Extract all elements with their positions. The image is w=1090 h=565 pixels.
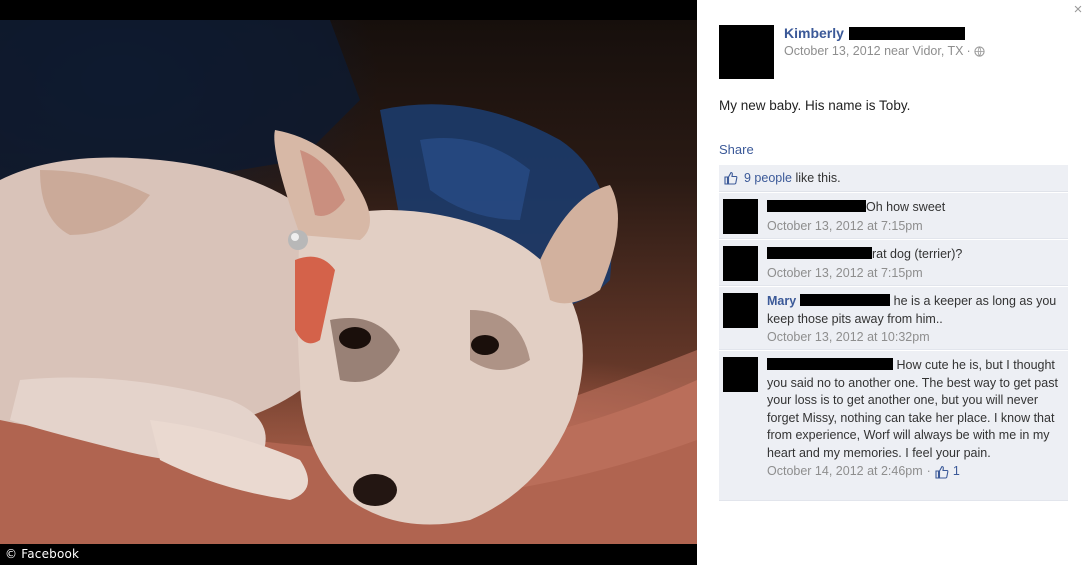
likes-count-link[interactable]: 9 people	[744, 171, 792, 185]
close-icon[interactable]: ×	[1071, 2, 1085, 18]
likes-summary: 9 people like this.	[719, 165, 1068, 192]
comment-timestamp[interactable]: October 14, 2012 at 2:46pm	[767, 463, 923, 481]
redaction-bar	[848, 26, 965, 40]
likes-suffix: like this.	[791, 171, 841, 185]
comment-timestamp-row: October 13, 2012 at 7:15pm	[767, 265, 1060, 283]
redaction-bar	[767, 358, 893, 370]
comment-text: rat dog (terrier)?	[872, 247, 963, 261]
comment-text-line: How cute he is, but I thought you said n…	[767, 357, 1060, 462]
thumbs-up-icon	[724, 171, 738, 185]
comment-text-line: rat dog (terrier)?	[767, 246, 1060, 264]
redaction-bar	[800, 294, 891, 306]
author-line: Kimberly	[784, 25, 965, 41]
comment-timestamp[interactable]: October 13, 2012 at 10:32pm	[767, 329, 930, 347]
redaction-bar	[767, 200, 866, 212]
comment-avatar[interactable]	[723, 357, 758, 392]
comment-timestamp-row: October 13, 2012 at 10:32pm	[767, 329, 1060, 347]
redaction-bar	[767, 247, 872, 259]
comment-text: How cute he is, but I thought you said n…	[767, 358, 1062, 460]
comment-text-line: Oh how sweet	[767, 199, 1060, 217]
dog-photo-illustration	[0, 20, 697, 544]
comment-like-count[interactable]: 1	[953, 463, 960, 481]
comment-avatar[interactable]	[723, 199, 758, 234]
comment-item: Oh how sweet October 13, 2012 at 7:15pm	[719, 192, 1068, 239]
post-photo[interactable]	[0, 20, 697, 544]
author-avatar[interactable]	[719, 25, 774, 79]
comment-body: rat dog (terrier)? October 13, 2012 at 7…	[767, 240, 1068, 282]
comment-text: Oh how sweet	[866, 200, 946, 214]
comment-body: Mary he is a keeper as long as you keep …	[767, 287, 1068, 347]
share-link[interactable]: Share	[719, 142, 754, 157]
post-date-location[interactable]: October 13, 2012 near Vidor, TX	[784, 44, 964, 58]
photo-panel: © Facebook	[0, 0, 697, 565]
post-meta: October 13, 2012 near Vidor, TX ·	[784, 44, 985, 58]
meta-separator: ·	[966, 44, 971, 58]
comment-item: How cute he is, but I thought you said n…	[719, 350, 1068, 501]
comment-timestamp[interactable]: October 13, 2012 at 7:15pm	[767, 218, 923, 236]
thumbs-up-icon[interactable]	[935, 465, 949, 479]
timestamp-separator: ·	[926, 464, 931, 478]
commenter-name[interactable]: Mary	[767, 294, 796, 308]
copyright-watermark: © Facebook	[5, 547, 80, 561]
comment-avatar[interactable]	[723, 246, 758, 281]
comment-avatar[interactable]	[723, 293, 758, 328]
comment-timestamp[interactable]: October 13, 2012 at 7:15pm	[767, 265, 923, 283]
feedback-box: 9 people like this. Oh how sweet October…	[719, 165, 1068, 501]
comment-body: Oh how sweet October 13, 2012 at 7:15pm	[767, 193, 1068, 235]
comment-item: rat dog (terrier)? October 13, 2012 at 7…	[719, 239, 1068, 286]
comment-timestamp-row: October 13, 2012 at 7:15pm	[767, 218, 1060, 236]
comment-item: Mary he is a keeper as long as you keep …	[719, 286, 1068, 350]
post-text: My new baby. His name is Toby.	[719, 98, 911, 113]
author-name[interactable]: Kimberly	[784, 25, 844, 41]
comment-timestamp-row: October 14, 2012 at 2:46pm · 1	[767, 463, 1060, 481]
comment-text-line: Mary he is a keeper as long as you keep …	[767, 293, 1060, 328]
globe-icon[interactable]	[974, 45, 985, 57]
comment-body: How cute he is, but I thought you said n…	[767, 351, 1068, 481]
